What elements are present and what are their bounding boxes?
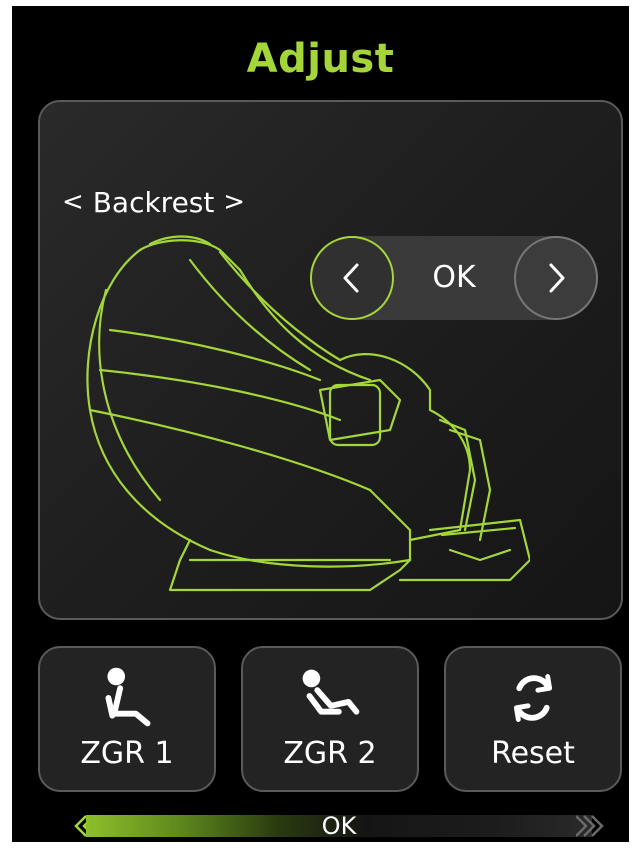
zero-gravity-1-icon [105,667,151,727]
refresh-icon [513,674,553,722]
zgr-1-button[interactable]: ZGR 1 [38,646,216,792]
chevron-left-icon [343,263,359,293]
adjust-panel: < Backrest > OK [38,100,623,620]
part-label: Backrest [92,185,215,219]
prev-part-arrow[interactable]: < [62,187,84,217]
decrease-button[interactable] [310,236,394,320]
status-bar: OK [72,812,606,840]
part-selector[interactable]: < Backrest > [62,184,245,219]
zgr-1-label: ZGR 1 [80,736,174,771]
increase-button[interactable] [514,236,598,320]
zgr-2-button[interactable]: ZGR 2 [241,646,419,792]
adjust-control: OK [310,236,598,320]
page-title: Adjust [246,36,395,82]
chevron-right-icon [549,263,565,293]
reset-label: Reset [491,736,575,771]
confirm-button[interactable]: OK [394,236,514,320]
next-part-arrow[interactable]: > [223,187,245,217]
device-screen: Adjust < Backrest > OK ZGR 1 ZGR 2 Reset… [12,6,629,842]
reset-button[interactable]: Reset [444,646,622,792]
zgr-2-label: ZGR 2 [283,736,377,771]
status-label: OK [321,812,357,840]
zero-gravity-2-icon [302,669,360,715]
